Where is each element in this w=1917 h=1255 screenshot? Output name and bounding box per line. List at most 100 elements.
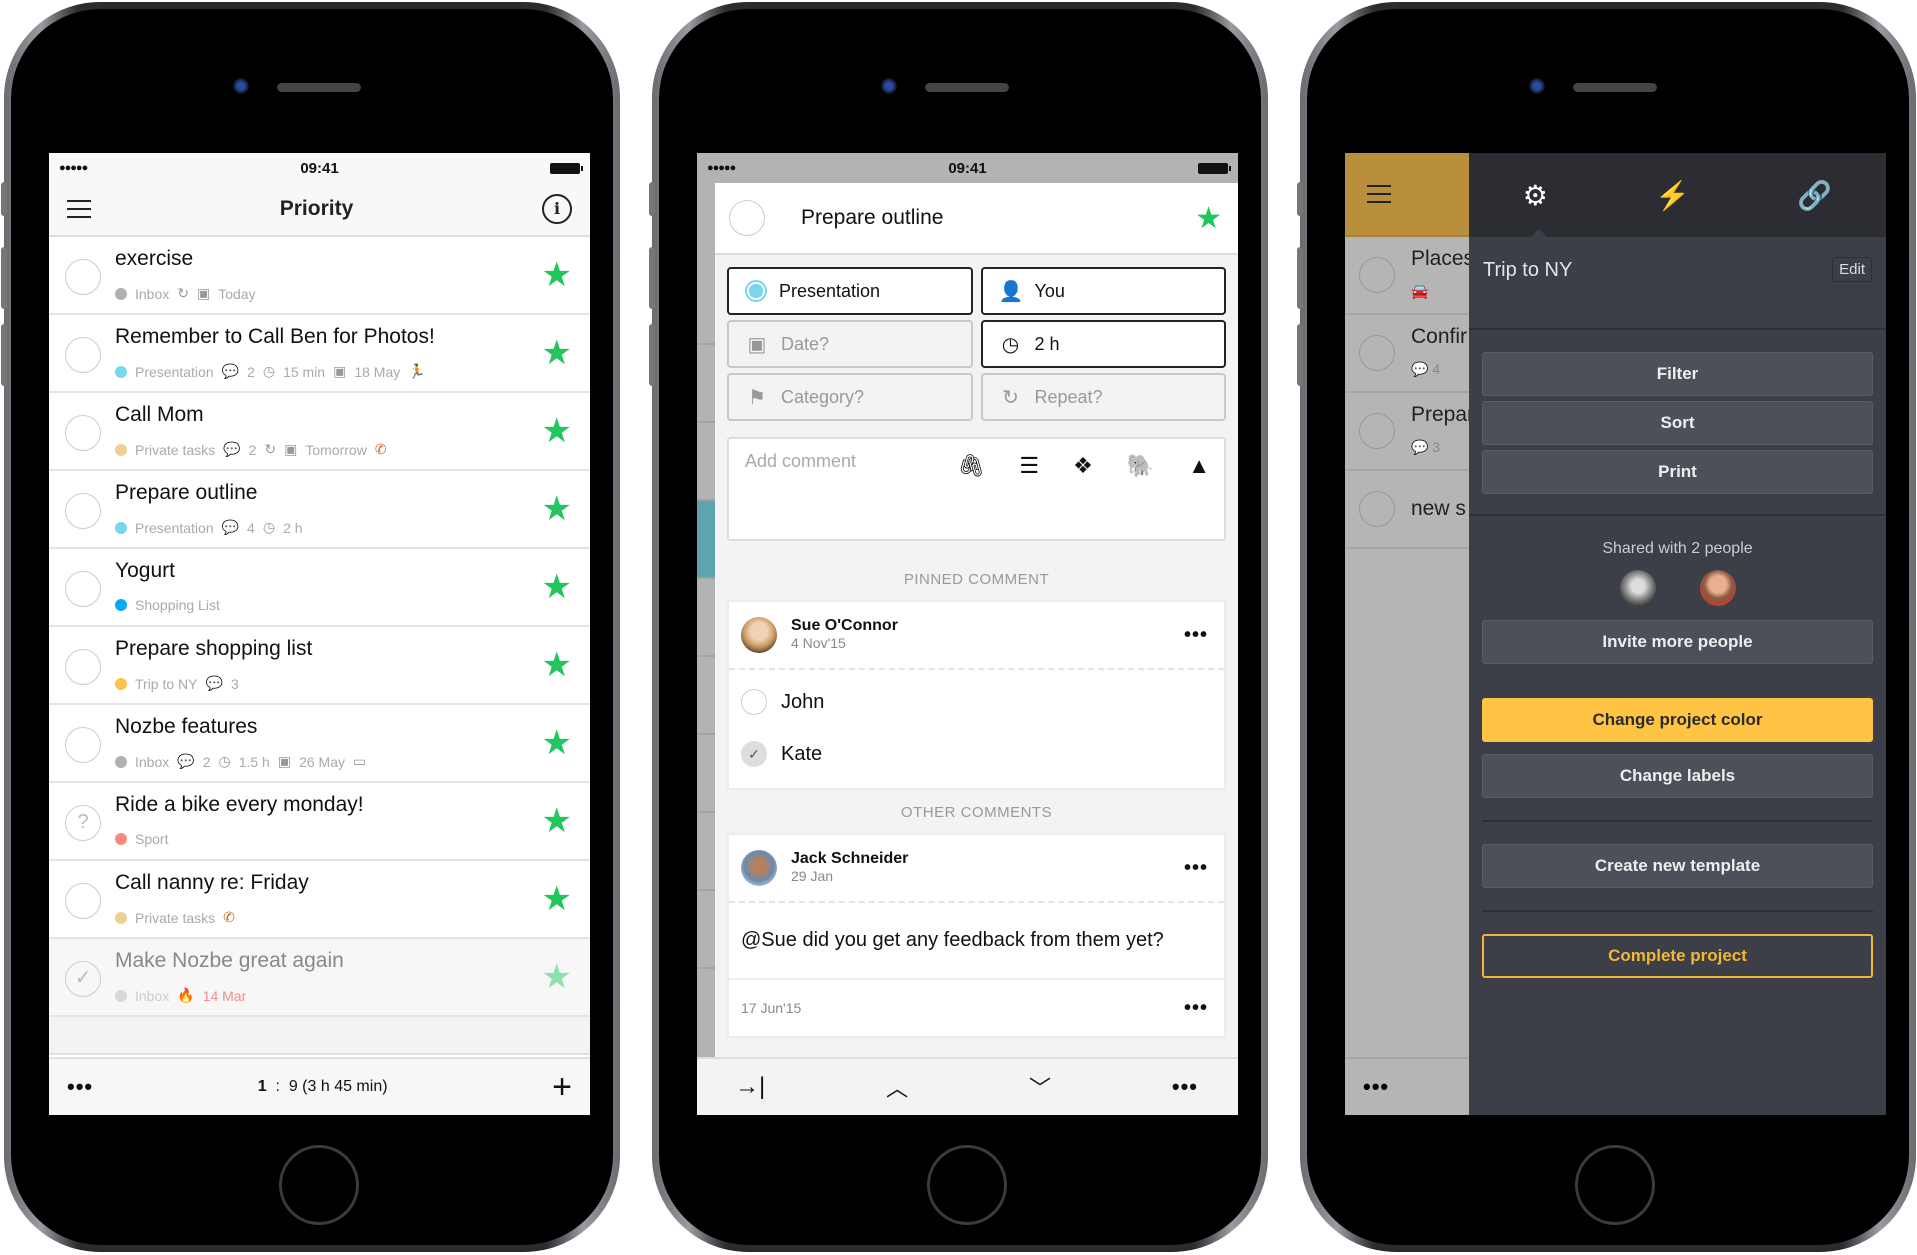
checklist-item[interactable]: John (729, 676, 1224, 728)
task-checkbox[interactable] (65, 649, 101, 685)
completed-checkbox[interactable]: ✓ (65, 961, 101, 997)
task-row[interactable]: Confir 💬 4 (1345, 315, 1469, 393)
task-meta: 💬 4 (1411, 361, 1441, 377)
task-checkbox[interactable] (1359, 335, 1395, 371)
hamburger-icon[interactable] (1367, 185, 1391, 203)
star-icon[interactable]: ★ (542, 567, 572, 607)
checklist-icon[interactable]: ☰ (1019, 453, 1039, 479)
change-labels-button[interactable]: Change labels (1482, 754, 1873, 798)
task-row[interactable]: Call nanny re: Friday Private tasks ✆ ★ (49, 861, 590, 939)
task-row[interactable]: new s (1345, 471, 1469, 549)
task-row[interactable]: Nozbe features Inbox 💬 2 ◷ 1.5 h ▣ 26 May ▭ ★ (49, 705, 590, 783)
move-to-icon[interactable]: →| (735, 1073, 765, 1101)
task-row[interactable]: Prepare shopping list Trip to NY 💬 3 ★ (49, 627, 590, 705)
change-project-color-button[interactable]: Change project color (1482, 698, 1873, 742)
comment-more-icon[interactable]: ••• (1184, 997, 1208, 1020)
task-name: Ride a bike every monday! (115, 793, 364, 816)
comment-more-icon[interactable]: ••• (1184, 857, 1208, 880)
task-title[interactable]: Prepare outline (801, 206, 943, 230)
responsible-field[interactable]: 👤 You (980, 267, 1226, 315)
star-icon[interactable]: ★ (542, 723, 572, 763)
detail-toolbar: →| ︿ ﹀ ••• (697, 1057, 1238, 1115)
avatar[interactable] (1699, 570, 1736, 606)
checkbox-unchecked[interactable] (741, 689, 767, 715)
create-template-button[interactable]: Create new template (1482, 844, 1873, 888)
filter-button[interactable]: Filter (1482, 352, 1873, 396)
checklist-item[interactable]: ✓ Kate (729, 728, 1224, 780)
project-field[interactable]: Presentation (727, 267, 973, 315)
attachments-tab-icon[interactable]: 🔗 (1797, 179, 1832, 212)
checkbox-checked[interactable]: ✓ (741, 741, 767, 767)
task-row[interactable]: Remember to Call Ben for Photos! Present… (49, 315, 590, 393)
print-button[interactable]: Print (1482, 450, 1873, 494)
avatar[interactable] (1619, 570, 1656, 606)
task-checkbox[interactable] (65, 571, 101, 607)
bottom-toolbar: ••• (1345, 1057, 1469, 1115)
task-checkbox[interactable] (1359, 413, 1395, 449)
task-row[interactable]: Places 🚘 (1345, 237, 1469, 315)
star-icon[interactable]: ★ (542, 801, 572, 841)
task-name: Call nanny re: Friday (115, 871, 309, 894)
summary-separator: : (275, 1078, 280, 1095)
project-name: Trip to NY (1483, 259, 1573, 281)
task-checkbox[interactable] (65, 727, 101, 763)
task-row[interactable]: ? Ride a bike every monday! Sport ★ (49, 783, 590, 861)
previous-task-icon[interactable]: ︿ (886, 1071, 908, 1103)
task-checkbox[interactable] (65, 493, 101, 529)
task-row[interactable]: ✓ Make Nozbe great again Inbox 🔥 14 Mar ★ (49, 939, 590, 1017)
actions-tab-icon[interactable]: ⚡ (1655, 179, 1690, 212)
task-row[interactable]: Prepare outline Presentation 💬 4 ◷ 2 h ★ (49, 471, 590, 549)
complete-checkbox[interactable] (729, 200, 765, 236)
star-icon[interactable]: ★ (542, 411, 572, 451)
google-drive-icon[interactable]: ▲ (1188, 453, 1210, 479)
comment-input[interactable]: Add comment (745, 451, 856, 472)
task-row[interactable]: exercise Inbox ↻ ▣ Today ★ (49, 237, 590, 315)
dropbox-icon[interactable]: ❖ (1073, 453, 1093, 479)
star-icon[interactable]: ★ (1195, 201, 1222, 236)
task-meta: Inbox 🔥 14 Mar (115, 987, 246, 1004)
star-icon[interactable]: ★ (542, 957, 572, 997)
task-name: Prepare outline (115, 481, 258, 504)
add-task-button[interactable]: + (552, 1068, 572, 1107)
edit-button[interactable]: Edit (1832, 257, 1872, 282)
bottom-toolbar: ••• 1 : 9 (3 h 45 min) + (49, 1057, 590, 1115)
category-field[interactable]: ⚑ Category? (727, 373, 973, 421)
sort-button[interactable]: Sort (1482, 401, 1873, 445)
phone-bezel: ●●●●● 09:41 Prepare outline ★ Presentati… (659, 9, 1261, 1245)
star-icon[interactable]: ★ (542, 333, 572, 373)
more-icon[interactable]: ••• (1363, 1074, 1389, 1100)
task-checkbox[interactable] (65, 883, 101, 919)
task-checkbox[interactable] (65, 415, 101, 451)
invite-people-button[interactable]: Invite more people (1482, 620, 1873, 664)
star-icon[interactable]: ★ (542, 255, 572, 295)
time-needed-field[interactable]: ◷ 2 h (980, 320, 1226, 368)
more-icon[interactable]: ••• (1172, 1074, 1198, 1100)
comment-more-icon[interactable]: ••• (1184, 624, 1208, 647)
mute-switch (649, 182, 655, 216)
star-icon[interactable]: ★ (542, 879, 572, 919)
complete-project-button[interactable]: Complete project (1482, 934, 1873, 978)
task-checkbox[interactable] (1359, 257, 1395, 293)
task-row[interactable]: Call Mom Private tasks 💬 2 ↻ ▣ Tomorrow ✆ ★ (49, 393, 590, 471)
task-checkbox[interactable] (1359, 491, 1395, 527)
star-icon[interactable]: ★ (542, 489, 572, 529)
volume-up-button (1297, 247, 1303, 309)
settings-tab-icon[interactable]: ⚙ (1523, 179, 1548, 212)
task-checkbox[interactable]: ? (65, 805, 101, 841)
hamburger-icon[interactable] (67, 200, 91, 218)
repeat-field[interactable]: ↻ Repeat? (980, 373, 1226, 421)
next-task-icon[interactable]: ﹀ (1029, 1071, 1051, 1103)
info-icon[interactable]: i (542, 194, 572, 224)
task-checkbox[interactable] (65, 259, 101, 295)
task-checkbox[interactable] (65, 337, 101, 373)
task-row[interactable]: Prepar 💬 3 (1345, 393, 1469, 471)
add-comment-box[interactable]: Add comment 🖇 ☰ ❖ 🐘 ▲ (727, 437, 1226, 541)
task-meta-text: 26 May (299, 753, 345, 770)
more-icon[interactable]: ••• (67, 1074, 93, 1100)
avatar (741, 850, 777, 886)
date-field[interactable]: ▣ Date? (727, 320, 973, 368)
evernote-icon[interactable]: 🐘 (1127, 453, 1154, 479)
task-row[interactable]: Yogurt Shopping List ★ (49, 549, 590, 627)
attachment-icon[interactable]: 🖇 (957, 453, 985, 479)
star-icon[interactable]: ★ (542, 645, 572, 685)
